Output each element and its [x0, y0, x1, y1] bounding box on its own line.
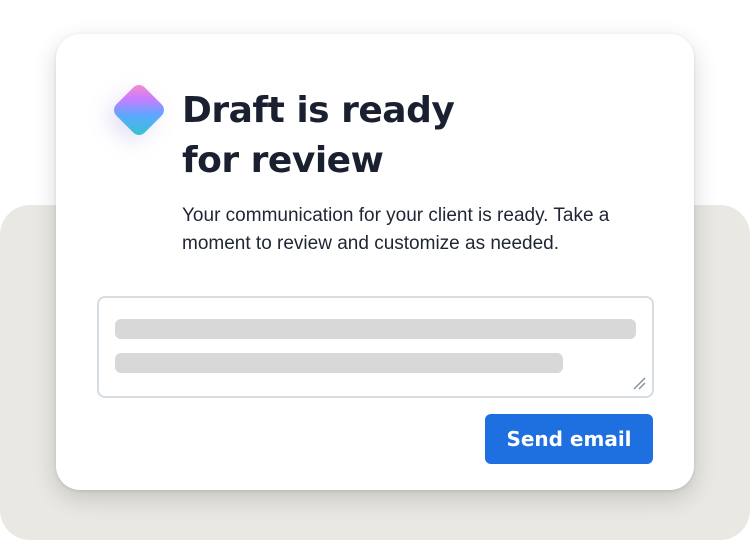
send-email-button[interactable]: Send email: [485, 414, 653, 464]
title-line-1: Draft is ready: [182, 90, 455, 131]
resize-handle-icon[interactable]: [632, 376, 646, 390]
gradient-diamond-icon: [110, 81, 168, 139]
skeleton-line: [115, 353, 563, 373]
card-title: Draft is ready for review: [182, 86, 455, 186]
skeleton-line: [115, 319, 636, 339]
title-line-2: for review: [182, 140, 384, 181]
draft-preview-textarea[interactable]: [97, 296, 654, 398]
card-description: Your communication for your client is re…: [182, 205, 610, 254]
draft-ready-card: Draft is ready for review Your communica…: [56, 34, 694, 490]
